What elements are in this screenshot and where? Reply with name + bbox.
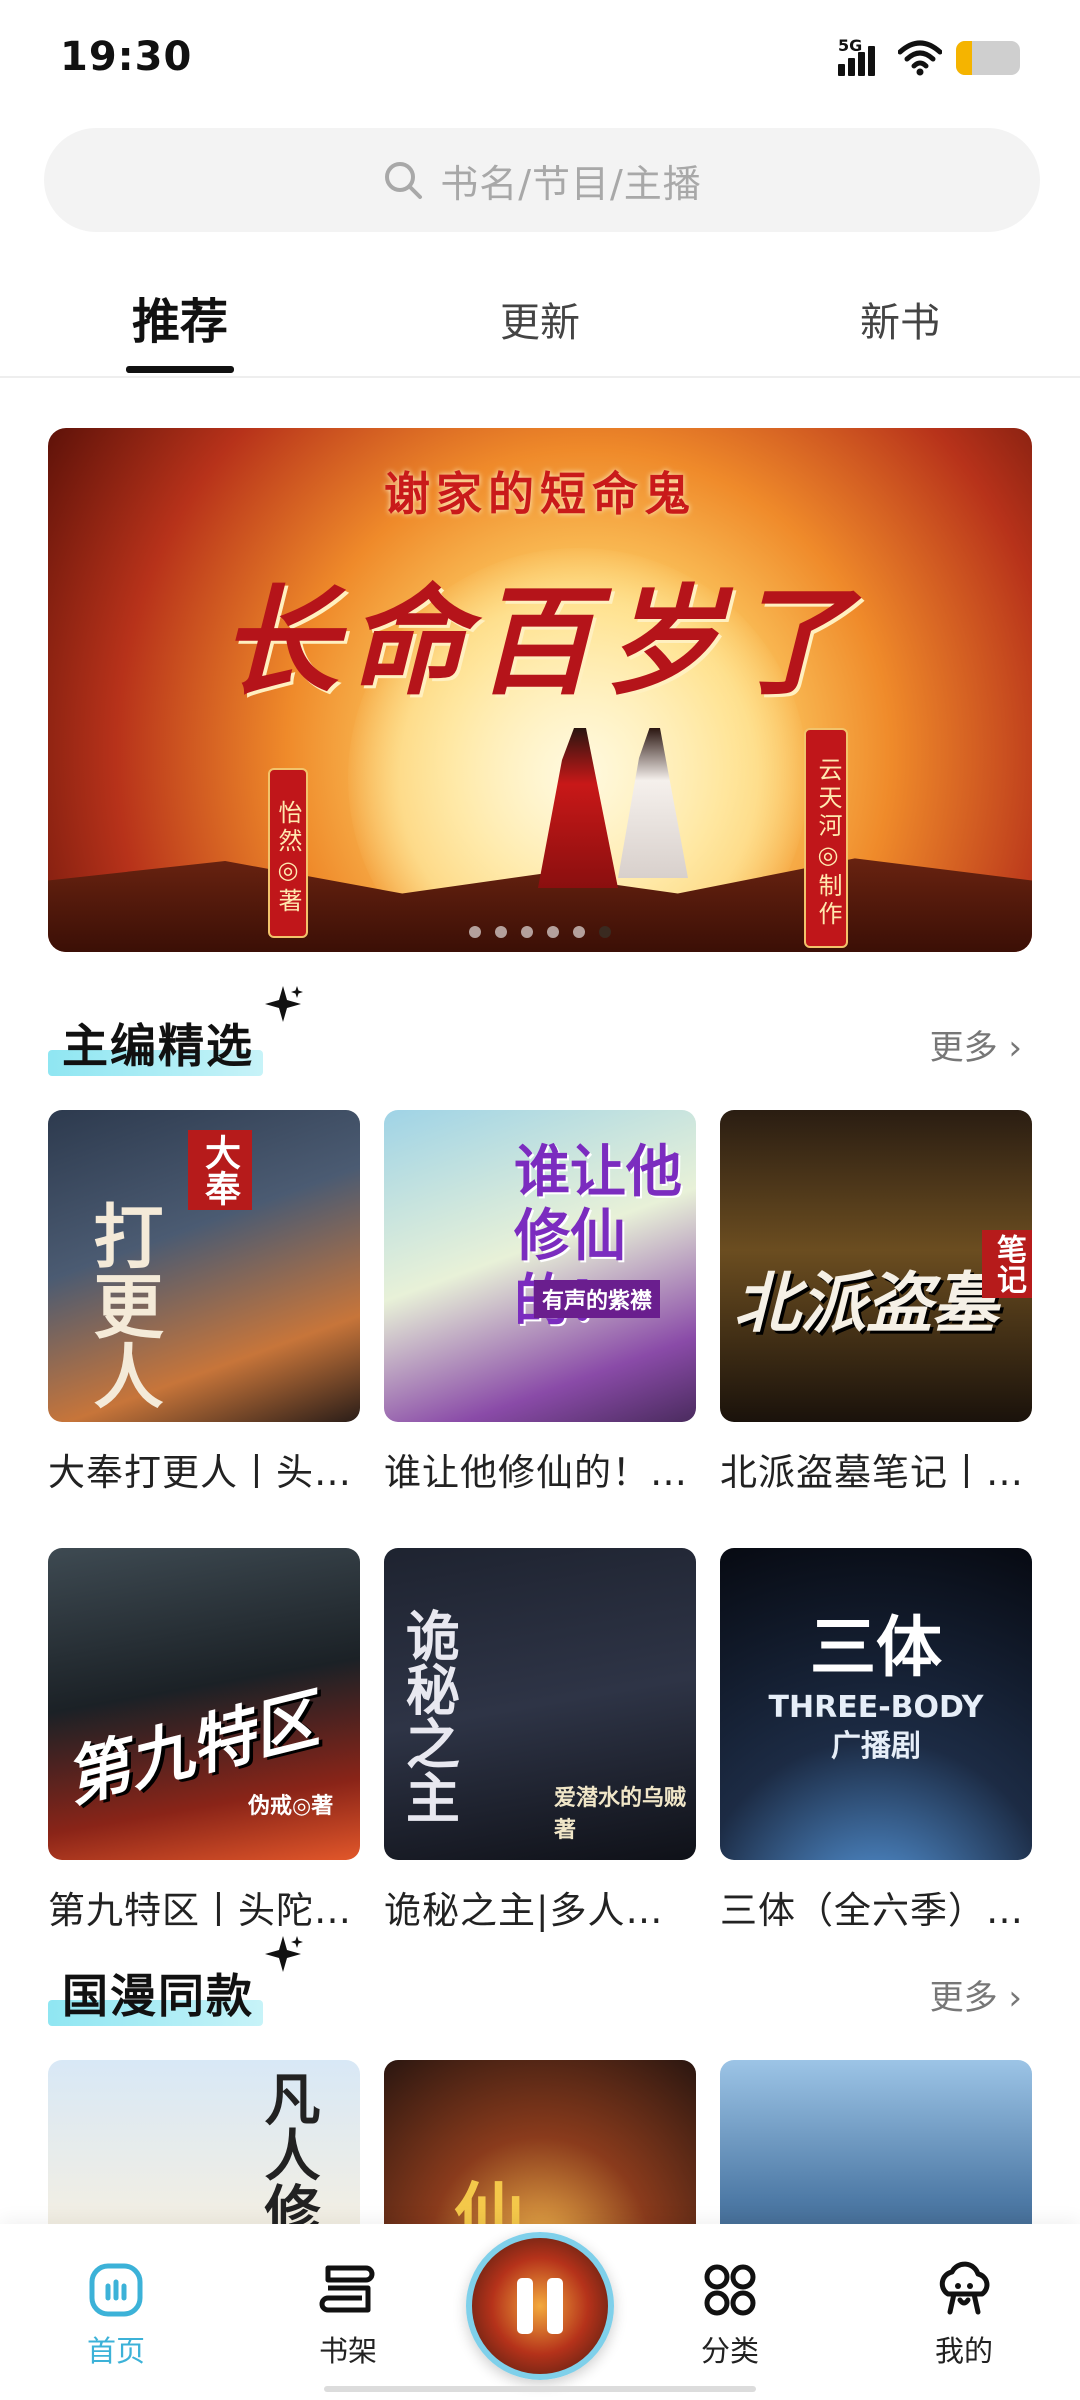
book-card[interactable]: 三体 THREE-BODY 广播剧 三体（全六季）|广播剧 <box>720 1548 1032 1934</box>
book-title: 大奉打更人丨头陀渊播讲 <box>48 1451 360 1494</box>
book-title: 第九特区丨头陀渊播讲 <box>48 1889 360 1932</box>
pagination-dot[interactable] <box>521 926 533 938</box>
category-icon <box>704 2264 756 2316</box>
search-placeholder: 书名/节目/主播 <box>440 161 702 206</box>
book-cover: 三体 THREE-BODY 广播剧 <box>720 1548 1032 1860</box>
book-card[interactable]: 第九特区 伪戒◎著 第九特区丨头陀渊播讲 <box>48 1548 360 1934</box>
banner-subtitle: 谢家的短命鬼 <box>384 467 696 521</box>
tab-indicator <box>126 366 234 373</box>
home-indicator[interactable] <box>324 2386 756 2392</box>
pagination-dot[interactable] <box>573 926 585 938</box>
chevron-right-icon: › <box>1008 1978 1022 2018</box>
book-card[interactable]: 谁让他修仙的! 有声的紫襟 谁让他修仙的！有声的紫襟 <box>384 1110 696 1496</box>
wifi-icon <box>898 40 942 76</box>
cellular-signal-icon: 5G <box>838 36 884 78</box>
cover-subtitle: THREE-BODY 广播剧 <box>768 1690 984 1764</box>
search-input[interactable]: 书名/节目/主播 <box>44 128 1040 232</box>
pagination-dot[interactable] <box>599 926 611 938</box>
cover-title: 打更人 <box>82 1200 165 1410</box>
tab-recommend[interactable]: 推荐 <box>110 282 250 352</box>
pagination-dot[interactable] <box>495 926 507 938</box>
banner-producer-tag: 云天河◎制作 <box>804 728 848 948</box>
profile-icon <box>939 2261 990 2315</box>
section-title: 主编精选 <box>62 1019 254 1073</box>
home-icon <box>89 2263 143 2317</box>
promo-banner[interactable]: 谢家的短命鬼 长命百岁了 怡然◎著 云天河◎制作 <box>48 428 1032 952</box>
more-link[interactable]: 更多 › <box>930 1020 1022 1069</box>
pause-icon <box>547 2278 563 2334</box>
book-title: 北派盗墓笔记丨老彩 <box>720 1451 1032 1494</box>
editor-picks-grid: 打更人 大奉 大奉打更人丨头陀渊播讲 谁让他修仙的! 有声的紫襟 谁让他修仙的！… <box>48 1110 1032 1934</box>
book-card[interactable]: 北派盗墓 笔记 北派盗墓笔记丨老彩 <box>720 1110 1032 1496</box>
cover-title: 诡秘之主 <box>396 1608 461 1824</box>
book-title: 谁让他修仙的！有声的紫襟 <box>384 1451 696 1494</box>
chevron-right-icon: › <box>1008 1028 1022 1068</box>
search-icon <box>385 162 423 199</box>
book-title: 三体（全六季）|广播剧 <box>720 1889 1032 1932</box>
more-link[interactable]: 更多 › <box>930 1970 1022 2019</box>
book-cover: 第九特区 伪戒◎著 <box>48 1548 360 1860</box>
cover-subtitle: 爱潜水的乌贼著 <box>554 1785 687 1843</box>
cover-subtitle: 伪戒◎著 <box>248 1793 334 1819</box>
nav-bookshelf[interactable]: 书架 <box>288 2260 408 2370</box>
banner-author-tag: 怡然◎著 <box>268 768 308 938</box>
cover-subtitle: 有声的紫襟 <box>534 1280 661 1318</box>
sparkle-icon <box>265 986 303 1022</box>
tab-new-books[interactable]: 新书 <box>830 290 970 348</box>
pause-icon <box>517 2278 533 2334</box>
cover-subtitle: 笔记 <box>982 1230 1032 1298</box>
book-title: 诡秘之主|多人有声剧 <box>384 1889 696 1932</box>
nav-profile[interactable]: 我的 <box>904 2260 1024 2370</box>
more-link-label: 更多 <box>929 1978 998 2018</box>
nav-label: 我的 <box>934 2334 993 2368</box>
section-title: 国漫同款 <box>62 1969 254 2023</box>
status-bar: 19:30 5G <box>0 0 1080 120</box>
nav-label: 书架 <box>318 2334 377 2368</box>
now-playing-button[interactable] <box>466 2232 614 2380</box>
nav-category[interactable]: 分类 <box>670 2260 790 2370</box>
bookshelf-icon <box>319 2265 375 2313</box>
cover-title: 三体 <box>810 1609 942 1686</box>
pagination-dot[interactable] <box>469 926 481 938</box>
tab-bar: 推荐 更新 新书 <box>0 270 1080 378</box>
tab-updates[interactable]: 更新 <box>470 290 610 348</box>
more-link-label: 更多 <box>929 1028 998 1068</box>
pagination-dot[interactable] <box>547 926 559 938</box>
nav-label: 分类 <box>700 2334 759 2368</box>
book-cover: 诡秘之主 爱潜水的乌贼著 <box>384 1548 696 1860</box>
nav-label: 首页 <box>86 2334 145 2368</box>
battery-icon <box>956 41 1020 75</box>
cover-title: 北派盗墓 <box>734 1264 998 1342</box>
nav-home[interactable]: 首页 <box>56 2260 176 2370</box>
book-card[interactable]: 诡秘之主 爱潜水的乌贼著 诡秘之主|多人有声剧 <box>384 1548 696 1934</box>
banner-pagination <box>48 926 1032 938</box>
book-cover: 打更人 大奉 <box>48 1110 360 1422</box>
sparkle-icon <box>265 1936 303 1972</box>
status-icons: 5G <box>838 36 1020 80</box>
status-time: 19:30 <box>60 34 193 80</box>
book-cover: 北派盗墓 笔记 <box>720 1110 1032 1422</box>
cover-subtitle: 大奉 <box>188 1130 252 1210</box>
book-cover: 谁让他修仙的! 有声的紫襟 <box>384 1110 696 1422</box>
book-card[interactable]: 打更人 大奉 大奉打更人丨头陀渊播讲 <box>48 1110 360 1496</box>
section-header-editor-picks: 主编精选 更多 › <box>48 986 1032 1082</box>
section-header-anime-same: 国漫同款 更多 › <box>48 1936 1032 2032</box>
banner-title: 长命百岁了 <box>219 572 860 711</box>
